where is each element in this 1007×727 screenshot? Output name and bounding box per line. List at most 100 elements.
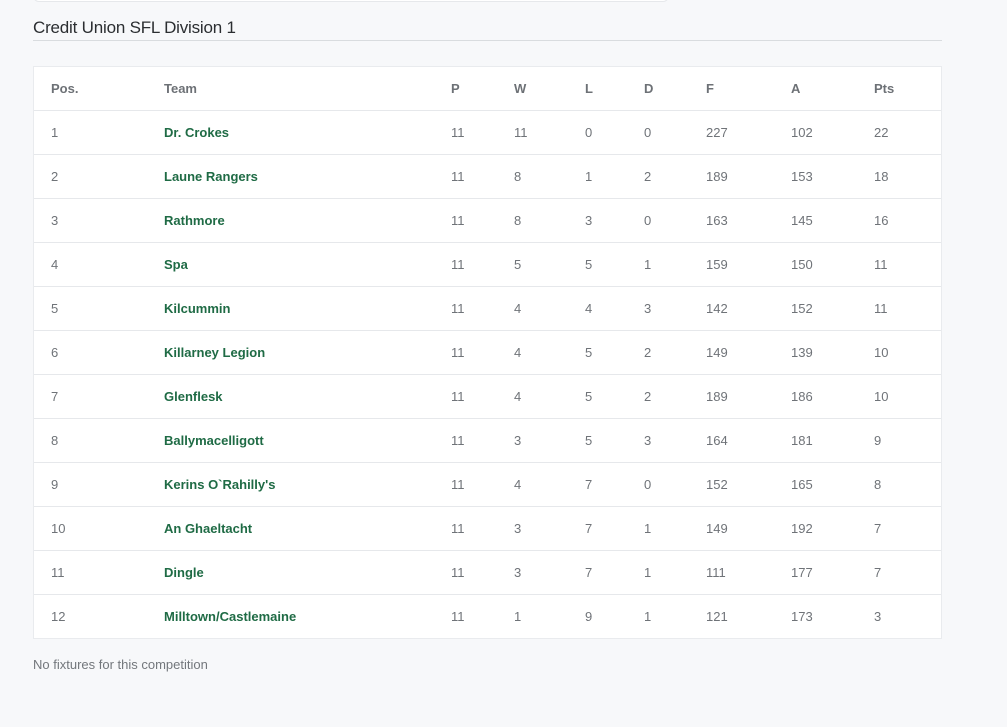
cell-won: 3 [514, 432, 522, 448]
cell-for: 163 [706, 212, 728, 228]
previous-card-edge [33, 0, 669, 2]
cell-against: 153 [791, 168, 813, 184]
team-link[interactable]: Milltown/Castlemaine [164, 594, 451, 638]
cell-won: 1 [514, 608, 522, 624]
table-row: 12 Milltown/Castlemaine 11 1 9 1 121 173 3 [34, 594, 941, 638]
cell-played: 11 [451, 300, 465, 316]
cell-against: 102 [791, 124, 813, 140]
cell-against: 139 [791, 344, 813, 360]
cell-against: 150 [791, 256, 813, 272]
header-team: Team [164, 80, 197, 96]
cell-points: 8 [874, 476, 882, 492]
cell-points: 7 [874, 520, 882, 536]
cell-for: 227 [706, 124, 728, 140]
cell-played: 11 [451, 564, 465, 580]
cell-won: 4 [514, 344, 522, 360]
cell-lost: 5 [585, 256, 593, 272]
cell-played: 11 [451, 608, 465, 624]
cell-against: 173 [791, 608, 813, 624]
table-row: 4 Spa 11 5 5 1 159 150 11 [34, 242, 941, 286]
team-link[interactable]: Dr. Crokes [164, 110, 451, 154]
cell-points: 11 [874, 256, 888, 272]
cell-lost: 7 [585, 564, 593, 580]
cell-for: 189 [706, 388, 728, 404]
table-row: 2 Laune Rangers 11 8 1 2 189 153 18 [34, 154, 941, 198]
cell-won: 3 [514, 564, 522, 580]
cell-points: 3 [874, 608, 882, 624]
table-row: 7 Glenflesk 11 4 5 2 189 186 10 [34, 374, 941, 418]
table-row: 5 Kilcummin 11 4 4 3 142 152 11 [34, 286, 941, 330]
cell-lost: 1 [585, 168, 593, 184]
header-pos: Pos. [51, 80, 79, 96]
cell-lost: 3 [585, 212, 593, 228]
cell-points: 18 [874, 168, 889, 184]
cell-won: 11 [514, 124, 528, 140]
cell-points: 7 [874, 564, 882, 580]
cell-for: 111 [706, 564, 726, 580]
cell-drawn: 1 [644, 520, 652, 536]
team-link[interactable]: Laune Rangers [164, 154, 451, 198]
team-link[interactable]: Kerins O`Rahilly's [164, 462, 451, 506]
cell-played: 11 [451, 124, 465, 140]
cell-pos: 5 [51, 300, 59, 316]
header-lost: L [585, 80, 593, 96]
table-row: 6 Killarney Legion 11 4 5 2 149 139 10 [34, 330, 941, 374]
cell-against: 192 [791, 520, 813, 536]
cell-lost: 5 [585, 388, 593, 404]
cell-drawn: 0 [644, 476, 652, 492]
cell-for: 164 [706, 432, 728, 448]
cell-pos: 7 [51, 388, 59, 404]
team-link[interactable]: Rathmore [164, 198, 451, 242]
cell-played: 11 [451, 256, 465, 272]
cell-drawn: 2 [644, 168, 652, 184]
team-link[interactable]: Dingle [164, 550, 451, 594]
cell-points: 10 [874, 388, 889, 404]
cell-points: 10 [874, 344, 889, 360]
cell-pos: 2 [51, 168, 59, 184]
cell-for: 149 [706, 344, 728, 360]
team-link[interactable]: Ballymacelligott [164, 418, 451, 462]
table-row: 10 An Ghaeltacht 11 3 7 1 149 192 7 [34, 506, 941, 550]
league-table: Pos. Team P W L D F A Pts 1 Dr. Crokes 11 1… [34, 67, 941, 638]
cell-drawn: 1 [644, 608, 652, 624]
cell-for: 149 [706, 520, 728, 536]
team-link[interactable]: Glenflesk [164, 374, 451, 418]
table-row: 3 Rathmore 11 8 3 0 163 145 16 [34, 198, 941, 242]
cell-for: 189 [706, 168, 728, 184]
league-table-body: 1 Dr. Crokes 11 11 0 0 227 102 22 2 Laune Rangers 1… [34, 110, 941, 638]
header-won: W [514, 80, 527, 96]
cell-won: 8 [514, 212, 522, 228]
cell-drawn: 1 [644, 564, 652, 580]
team-link[interactable]: Spa [164, 242, 451, 286]
header-drawn: D [644, 80, 654, 96]
cell-played: 11 [451, 212, 465, 228]
cell-drawn: 2 [644, 344, 652, 360]
competition-header: Credit Union SFL Division 1 [33, 17, 942, 41]
team-link[interactable]: Killarney Legion [164, 330, 451, 374]
header-points: Pts [874, 80, 895, 96]
cell-pos: 10 [51, 520, 66, 536]
team-link[interactable]: An Ghaeltacht [164, 506, 451, 550]
cell-played: 11 [451, 388, 465, 404]
cell-against: 152 [791, 300, 813, 316]
cell-lost: 5 [585, 344, 593, 360]
league-table-card: Pos. Team P W L D F A Pts 1 Dr. Crokes 11 1… [33, 66, 942, 639]
cell-against: 181 [791, 432, 813, 448]
cell-lost: 4 [585, 300, 593, 316]
cell-pos: 12 [51, 608, 66, 624]
cell-won: 4 [514, 300, 522, 316]
cell-points: 16 [874, 212, 889, 228]
cell-pos: 8 [51, 432, 59, 448]
team-link[interactable]: Kilcummin [164, 286, 451, 330]
cell-for: 121 [706, 608, 728, 624]
cell-lost: 0 [585, 124, 593, 140]
cell-won: 4 [514, 476, 522, 492]
cell-played: 11 [451, 344, 465, 360]
cell-drawn: 3 [644, 300, 652, 316]
cell-against: 165 [791, 476, 813, 492]
cell-points: 9 [874, 432, 882, 448]
header-played: P [451, 80, 460, 96]
cell-drawn: 3 [644, 432, 652, 448]
cell-against: 145 [791, 212, 813, 228]
cell-played: 11 [451, 476, 465, 492]
